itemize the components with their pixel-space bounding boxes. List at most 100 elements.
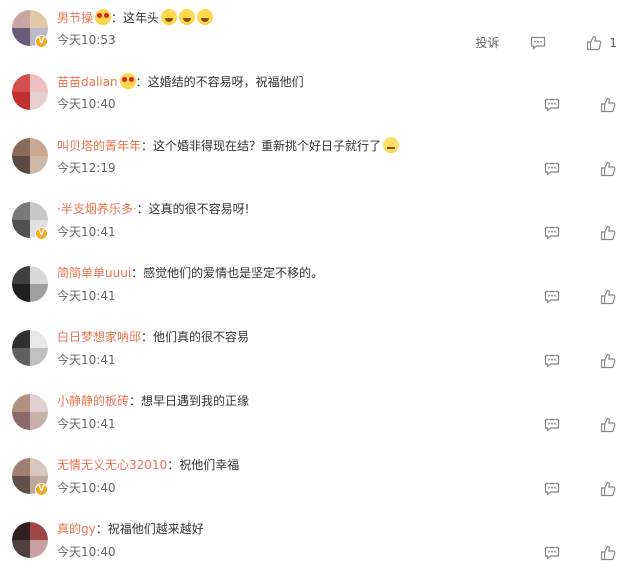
like-button[interactable] bbox=[599, 289, 617, 305]
avatar-pixel bbox=[12, 458, 30, 476]
comment-text: 这年头 bbox=[123, 11, 160, 25]
thumbs-up-icon bbox=[599, 289, 617, 305]
reply-icon[interactable] bbox=[543, 225, 561, 241]
comment-content: 白日梦想家呐邱：他们真的很不容易 bbox=[57, 329, 249, 345]
reply-icon[interactable] bbox=[543, 481, 561, 497]
comment-list: V 男节操 ：这年头 今天10:53 投诉 1 苗苗dalian ：这婚结的不容易呀，祝福他们… bbox=[0, 0, 631, 579]
username-link[interactable]: 真的gy bbox=[57, 522, 96, 536]
comment-time: 今天10:41 bbox=[57, 225, 116, 239]
comment-actions bbox=[543, 289, 617, 305]
like-button[interactable] bbox=[599, 481, 617, 497]
cry-emoji-icon bbox=[179, 9, 196, 25]
avatar-pixel bbox=[12, 156, 30, 174]
avatar[interactable] bbox=[12, 266, 48, 302]
thumbs-up-icon bbox=[599, 417, 617, 433]
reply-icon[interactable] bbox=[543, 417, 561, 433]
username-link[interactable]: 小静静的板砖 bbox=[57, 394, 129, 408]
reply-icon[interactable] bbox=[543, 353, 561, 369]
avatar-pixel bbox=[30, 394, 48, 412]
comment-item: V 男节操 ：这年头 今天10:53 投诉 1 bbox=[0, 4, 631, 68]
like-button[interactable] bbox=[599, 545, 617, 561]
comment-actions bbox=[543, 545, 617, 561]
comment-item: V ·半支烟养乐多·：这真的很不容易呀! 今天10:41 bbox=[0, 196, 631, 260]
comment-content: ·半支烟养乐多·：这真的很不容易呀! bbox=[57, 201, 249, 217]
like-button[interactable]: 1 bbox=[585, 35, 617, 51]
verified-badge-icon: V bbox=[35, 35, 48, 48]
avatar-pixel bbox=[12, 284, 30, 302]
like-button[interactable] bbox=[599, 353, 617, 369]
comment-item: 白日梦想家呐邱：他们真的很不容易 今天10:41 bbox=[0, 324, 631, 388]
avatar[interactable] bbox=[12, 138, 48, 174]
comment-actions bbox=[543, 97, 617, 113]
comment-actions: 投诉 1 bbox=[475, 34, 617, 51]
comment-time: 今天12:19 bbox=[57, 161, 116, 175]
avatar-pixel bbox=[30, 458, 48, 476]
colon-separator: ： bbox=[141, 139, 154, 153]
comment-text: 感觉他们的爱情也是坚定不移的。 bbox=[143, 266, 324, 280]
comment-content: 叫贝塔的菁年年：这个婚非得现在结？重新挑个好日子就行了 bbox=[57, 137, 400, 154]
comment-content: 真的gy：祝福他们越来越好 bbox=[57, 521, 204, 537]
comment-text: 这个婚非得现在结？重新挑个好日子就行了 bbox=[153, 139, 382, 153]
colon-separator: ： bbox=[167, 458, 180, 472]
colon-separator: ： bbox=[111, 11, 124, 25]
like-button[interactable] bbox=[599, 161, 617, 177]
username-link[interactable]: 男节操 bbox=[57, 11, 93, 25]
avatar[interactable] bbox=[12, 394, 48, 430]
username-link[interactable]: 简简单单uuui bbox=[57, 266, 131, 280]
comment-text: 想早日遇到我的正缘 bbox=[141, 394, 250, 408]
comment-text: 祝他们幸福 bbox=[179, 458, 240, 472]
avatar-pixel bbox=[30, 540, 48, 558]
avatar-pixel bbox=[12, 412, 30, 430]
avatar-pixel bbox=[12, 92, 30, 110]
avatar-pixel bbox=[30, 330, 48, 348]
cry-emoji-icon bbox=[197, 9, 214, 25]
report-button[interactable]: 投诉 bbox=[475, 34, 499, 51]
avatar-pixel bbox=[12, 394, 30, 412]
like-button[interactable] bbox=[599, 417, 617, 433]
like-count: 1 bbox=[609, 35, 617, 50]
like-button[interactable] bbox=[599, 225, 617, 241]
reply-icon[interactable] bbox=[543, 97, 561, 113]
colon-separator: ： bbox=[129, 394, 142, 408]
colon-separator: ： bbox=[135, 75, 148, 89]
reply-icon[interactable] bbox=[529, 35, 547, 51]
username-link[interactable]: 苗苗dalian bbox=[57, 75, 118, 89]
reply-icon[interactable] bbox=[543, 161, 561, 177]
comment-content: 小静静的板砖：想早日遇到我的正缘 bbox=[57, 393, 249, 409]
reply-icon[interactable] bbox=[543, 289, 561, 305]
avatar-pixel bbox=[12, 202, 30, 220]
comment-item: 简简单单uuui：感觉他们的爱情也是坚定不移的。 今天10:41 bbox=[0, 260, 631, 324]
thumbs-up-icon bbox=[599, 481, 617, 497]
comment-time: 今天10:41 bbox=[57, 289, 116, 303]
comment-actions bbox=[543, 481, 617, 497]
thumbs-up-icon bbox=[599, 353, 617, 369]
avatar-pixel bbox=[30, 74, 48, 92]
comment-actions bbox=[543, 225, 617, 241]
avatar-pixel bbox=[12, 522, 30, 540]
username-link[interactable]: 叫贝塔的菁年年 bbox=[57, 139, 141, 153]
thumbs-up-icon bbox=[599, 225, 617, 241]
like-button[interactable] bbox=[599, 97, 617, 113]
username-link[interactable]: 白日梦想家呐邱 bbox=[57, 330, 141, 344]
avatar-pixel bbox=[30, 266, 48, 284]
avatar-pixel bbox=[30, 156, 48, 174]
avatar[interactable] bbox=[12, 522, 48, 558]
thumbs-up-icon bbox=[599, 97, 617, 113]
username-link[interactable]: ·半支烟养乐多· bbox=[57, 202, 137, 216]
reply-icon[interactable] bbox=[543, 545, 561, 561]
comment-item: 苗苗dalian ：这婚结的不容易呀，祝福他们 今天10:40 bbox=[0, 68, 631, 132]
avatar-pixel bbox=[30, 92, 48, 110]
avatar[interactable] bbox=[12, 74, 48, 110]
verified-badge-icon: V bbox=[35, 483, 48, 496]
avatar[interactable] bbox=[12, 330, 48, 366]
colon-separator: ： bbox=[141, 330, 154, 344]
colon-separator: ： bbox=[95, 522, 108, 536]
avatar-pixel bbox=[12, 540, 30, 558]
comment-item: 叫贝塔的菁年年：这个婚非得现在结？重新挑个好日子就行了 今天12:19 bbox=[0, 132, 631, 196]
comment-item: 真的gy：祝福他们越来越好 今天10:40 bbox=[0, 516, 631, 579]
username-link[interactable]: 无情无义无心32010 bbox=[57, 458, 167, 472]
comment-content: 苗苗dalian ：这婚结的不容易呀，祝福他们 bbox=[57, 73, 304, 90]
avatar-pixel bbox=[12, 74, 30, 92]
comment-text: 祝福他们越来越好 bbox=[107, 522, 204, 536]
comment-item: V 无情无义无心32010：祝他们幸福 今天10:40 bbox=[0, 452, 631, 516]
